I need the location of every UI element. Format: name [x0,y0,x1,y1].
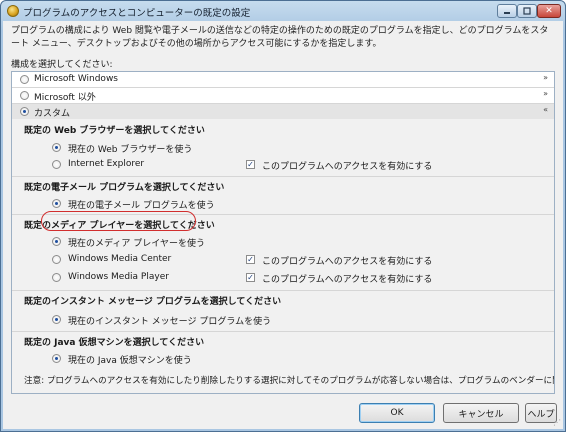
highlight-ring [41,211,196,231]
config-label-custom: カスタム [34,109,71,119]
media-option-wmc-label[interactable]: Windows Media Center [68,254,171,264]
im-option-current-radio[interactable] [52,315,61,324]
media-option-current-label[interactable]: 現在のメディア プレイヤーを使う [68,236,205,249]
config-row-microsoft-windows[interactable]: Microsoft Windows » [12,72,554,87]
browser-option-ie-radio[interactable] [52,160,61,169]
maximize-icon [523,7,531,15]
minimize-button[interactable] [497,4,517,18]
window-title: プログラムのアクセスとコンピューターの既定の設定 [23,8,251,19]
java-option-current-label[interactable]: 現在の Java 仮想マシンを使う [68,353,192,366]
email-option-current-label[interactable]: 現在の電子メール プログラムを使う [68,198,215,211]
browser-section-title: 既定の Web ブラウザーを選択してください [24,126,205,136]
ok-button[interactable]: OK [359,403,435,423]
expand-chevron-icon[interactable]: » [543,73,548,82]
config-radio-microsoft-windows[interactable] [20,75,29,84]
config-label-microsoft-windows: Microsoft Windows [34,74,118,84]
select-config-label: 構成を選択してください: [11,60,113,70]
browser-option-current-label[interactable]: 現在の Web ブラウザーを使う [68,142,192,155]
media-option-wmp-radio[interactable] [52,273,61,282]
section-divider [12,290,554,291]
email-section-title: 既定の電子メール プログラムを選択してください [24,183,225,193]
title-bar[interactable]: プログラムのアクセスとコンピューターの既定の設定 ✕ [1,1,565,21]
media-option-wmc-radio[interactable] [52,255,61,264]
config-label-non-microsoft: Microsoft 以外 [34,93,96,103]
help-button-label: ヘルプ [527,409,555,420]
browser-option-current-radio[interactable] [52,143,61,152]
wmc-access-checkbox[interactable]: ✓ [246,255,255,264]
config-radio-custom[interactable] [20,107,29,116]
dialog-window: プログラムのアクセスとコンピューターの既定の設定 ✕ プログラムの構成により W… [0,0,566,432]
resize-grip-icon[interactable]: ⋰ [553,418,561,427]
media-option-current-radio[interactable] [52,237,61,246]
config-row-custom[interactable]: カスタム « [12,104,554,119]
wmp-access-label[interactable]: このプログラムへのアクセスを有効にする [262,272,432,285]
note-text: 注意: プログラムへのアクセスを有効にしたり削除したりする選択に対してそのプログ… [24,376,554,386]
media-option-wmp-label[interactable]: Windows Media Player [68,272,169,282]
browser-option-ie-label[interactable]: Internet Explorer [68,159,144,169]
im-section-title: 既定のインスタント メッセージ プログラムを選択してください [24,297,282,307]
ie-access-label[interactable]: このプログラムへのアクセスを有効にする [262,159,432,172]
java-option-current-radio[interactable] [52,354,61,363]
minimize-icon [504,12,510,14]
wmp-access-checkbox[interactable]: ✓ [246,273,255,282]
config-radio-non-microsoft[interactable] [20,91,29,100]
cancel-button[interactable]: キャンセル [443,403,519,423]
java-section-title: 既定の Java 仮想マシンを選択してください [24,338,205,348]
section-divider [12,176,554,177]
config-row-non-microsoft[interactable]: Microsoft 以外 » [12,88,554,103]
program-access-icon [7,5,19,17]
config-list: Microsoft Windows » Microsoft 以外 » カスタム … [11,71,555,394]
collapse-chevron-icon[interactable]: « [543,105,548,114]
expand-chevron-icon[interactable]: » [543,89,548,98]
dialog-body: プログラムの構成により Web 閲覧や電子メールの送信などの特定の操作のための既… [3,21,563,429]
wmc-access-label[interactable]: このプログラムへのアクセスを有効にする [262,254,432,267]
description-text: プログラムの構成により Web 閲覧や電子メールの送信などの特定の操作のための既… [11,26,549,49]
close-icon: ✕ [545,6,553,16]
maximize-button[interactable] [517,4,537,18]
section-divider [12,331,554,332]
email-option-current-radio[interactable] [52,199,61,208]
im-option-current-label[interactable]: 現在のインスタント メッセージ プログラムを使う [68,314,271,327]
close-button[interactable]: ✕ [537,4,561,18]
ie-access-checkbox[interactable]: ✓ [246,160,255,169]
